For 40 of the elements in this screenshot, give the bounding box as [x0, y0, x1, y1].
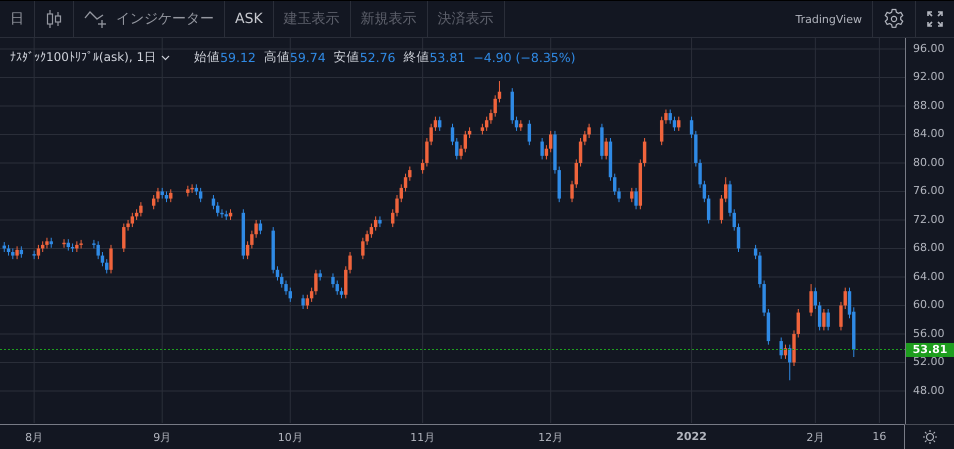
toggle-button[interactable]: ASK	[225, 1, 274, 37]
indicators-button[interactable]: インジケーター	[74, 1, 225, 37]
ohlc-value: 59.12	[220, 50, 256, 65]
price-tick: 84.00	[913, 127, 944, 142]
candle	[528, 120, 532, 146]
price-tick: 60.00	[913, 298, 944, 312]
date-tick: 8月	[25, 430, 44, 445]
change-value: −4.90 (−8.35%)	[473, 50, 576, 65]
brand-label: TradingView	[796, 12, 863, 26]
price-tick: 56.00	[913, 326, 944, 341]
ohlc-label: 高値	[264, 49, 290, 66]
price-tick: 48.00	[913, 384, 944, 398]
date-tick: 16	[872, 430, 886, 443]
interval-button[interactable]: 日	[0, 1, 35, 37]
price-tick: 80.00	[913, 156, 944, 170]
ohlc-label: 安値	[334, 49, 360, 66]
ohlc-value: 59.74	[290, 50, 326, 65]
date-tick: 11月	[410, 430, 436, 445]
symbol-label[interactable]: ﾅｽﾀﾞｯｸ100ﾄﾘﾌﾟﾙ(ask), 1日	[10, 49, 156, 66]
price-tick: 88.00	[913, 98, 944, 113]
date-tick: 9月	[153, 430, 172, 445]
date-tick: 10月	[278, 430, 303, 445]
price-tick: 92.00	[913, 70, 944, 84]
price-tick: 96.00	[913, 42, 944, 56]
settings-icon[interactable]	[922, 429, 938, 445]
price-tick: 64.00	[913, 270, 944, 284]
candles-icon	[45, 9, 63, 29]
ohlc-value: 52.76	[360, 50, 396, 65]
price-tick: 72.00	[913, 212, 944, 227]
date-tick: 2月	[806, 430, 824, 445]
price-tick: 68.00	[913, 241, 944, 256]
price-tick: 76.00	[913, 184, 944, 198]
ohlc-label: 始値	[194, 49, 220, 66]
price-tick: 52.00	[913, 355, 944, 370]
date-tick: 12月	[538, 430, 564, 445]
caret-icon[interactable]	[161, 54, 170, 60]
date-tick: 2022	[676, 430, 707, 443]
ohlc-value: 53.81	[429, 50, 466, 65]
ohlc-label: 終値	[403, 49, 430, 66]
last-price-badge: 53.81	[906, 342, 954, 357]
